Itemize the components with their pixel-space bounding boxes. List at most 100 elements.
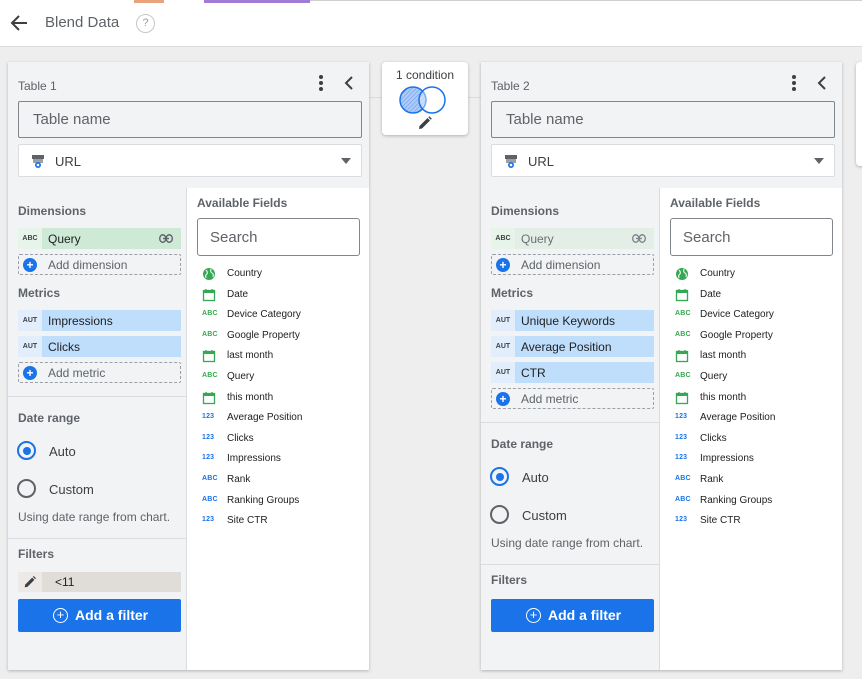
collapse-chevron-icon[interactable] [814, 75, 830, 91]
filter-chip[interactable]: <11 [18, 572, 181, 592]
more-options-icon[interactable] [786, 74, 802, 92]
available-fields-column: Available Fields Country Date ABC Device Ca… [189, 188, 369, 670]
add-dimension-button[interactable]: + Add dimension [18, 254, 181, 275]
available-field[interactable]: ABC Device Category [202, 307, 362, 323]
field-name: Average Position [227, 412, 303, 424]
add-metric-button[interactable]: + Add metric [18, 362, 181, 383]
link-icon [632, 234, 646, 243]
table-name-input[interactable] [491, 101, 835, 138]
field-name: this month [700, 391, 747, 403]
calendar-icon [675, 391, 689, 404]
date-auto-radio[interactable] [17, 441, 36, 460]
available-field[interactable]: ABC Ranking Groups [202, 493, 362, 509]
add-dimension-button[interactable]: + Add dimension [491, 254, 654, 275]
number-type-icon: 123 [202, 433, 215, 441]
field-name: Ranking Groups [227, 494, 300, 506]
available-field[interactable]: this month [675, 390, 835, 406]
globe-icon [676, 268, 688, 280]
available-field[interactable]: this month [202, 390, 362, 406]
field-name: Site CTR [700, 515, 741, 527]
available-field[interactable]: 123 Average Position [202, 410, 362, 426]
join-condition-button[interactable]: 1 condition [382, 62, 468, 135]
dimension-chip[interactable]: ABC Query [491, 228, 654, 249]
join-connector-line [468, 97, 482, 98]
number-type-icon: 123 [675, 433, 688, 441]
metrics-title: Metrics [18, 286, 61, 300]
date-custom-label: Custom [522, 508, 567, 523]
text-type-icon: ABC [675, 310, 691, 318]
page-title: Blend Data [45, 14, 120, 31]
table-name-input[interactable] [18, 101, 362, 138]
available-field[interactable]: ABC Rank [202, 472, 362, 488]
available-field[interactable]: ABC Query [202, 369, 362, 385]
available-field[interactable]: last month [675, 348, 835, 364]
available-field[interactable]: last month [202, 348, 362, 364]
date-auto-radio[interactable] [490, 467, 509, 486]
field-search-input[interactable] [197, 218, 360, 256]
metric-name: CTR [521, 366, 546, 380]
available-field[interactable]: Country [675, 266, 835, 282]
date-auto-label: Auto [49, 444, 76, 459]
available-field[interactable]: 123 Average Position [675, 410, 835, 426]
text-type-icon: ABC [202, 475, 218, 482]
number-type-icon: 123 [202, 454, 215, 462]
date-custom-radio[interactable] [17, 479, 36, 498]
data-source-select[interactable]: URL [18, 144, 362, 177]
available-field[interactable]: ABC Google Property [202, 328, 362, 344]
add-dimension-label: Add dimension [521, 258, 601, 272]
add-dimension-label: Add dimension [48, 258, 128, 272]
available-field[interactable]: ABC Rank [675, 472, 835, 488]
available-field[interactable]: ABC Google Property [675, 328, 835, 344]
available-field[interactable]: Date [202, 287, 362, 303]
top-strip-line [310, 0, 862, 1]
add-circle-icon: + [496, 258, 510, 272]
metric-chip[interactable]: AUT CTR [491, 362, 654, 383]
add-filter-button[interactable]: + Add a filter [491, 599, 654, 632]
data-source-select[interactable]: URL [491, 144, 835, 177]
available-field[interactable]: 123 Site CTR [675, 513, 835, 529]
available-fields-title: Available Fields [197, 196, 288, 210]
available-field[interactable]: 123 Clicks [202, 431, 362, 447]
join-condition-label: 1 condition [395, 68, 455, 82]
dropdown-arrow-icon [814, 158, 824, 164]
search-console-icon [32, 155, 44, 168]
available-field[interactable]: 123 Impressions [202, 451, 362, 467]
metric-chip[interactable]: AUT Average Position [491, 336, 654, 357]
available-field[interactable]: ABC Query [675, 369, 835, 385]
field-name: Impressions [227, 453, 281, 465]
field-name: Country [227, 268, 263, 279]
available-field[interactable]: 123 Impressions [675, 451, 835, 467]
help-icon[interactable]: ? [136, 14, 155, 33]
available-field[interactable]: ABC Device Category [675, 307, 835, 323]
date-custom-radio[interactable] [490, 505, 509, 524]
metric-chip[interactable]: AUT Unique Keywords [491, 310, 654, 331]
table-header: Table 2 URL [481, 62, 842, 188]
available-field[interactable]: Date [675, 287, 835, 303]
available-field[interactable]: 123 Site CTR [202, 513, 362, 529]
date-custom-label: Custom [49, 482, 94, 497]
more-options-icon[interactable] [313, 74, 329, 92]
table-2-panel: Table 2 URL Dimensions ABC Query [481, 62, 842, 670]
metric-chip[interactable]: AUT Clicks [18, 336, 181, 357]
edit-filter-icon [18, 572, 42, 592]
metric-chip[interactable]: AUT Impressions [18, 310, 181, 331]
number-type-icon: 123 [675, 454, 688, 462]
top-strip-accent [134, 0, 164, 3]
field-name: Ranking Groups [700, 494, 773, 506]
dimension-chip[interactable]: ABC Query [18, 228, 181, 249]
add-metric-label: Add metric [521, 392, 579, 406]
available-field[interactable]: 123 Clicks [675, 431, 835, 447]
available-field[interactable]: Country [202, 266, 362, 282]
add-metric-button[interactable]: + Add metric [491, 388, 654, 409]
calendar-icon [675, 350, 689, 363]
field-search-input[interactable] [670, 218, 833, 256]
available-field[interactable]: ABC Ranking Groups [675, 493, 835, 509]
filter-name: <11 [55, 575, 75, 589]
back-arrow-icon[interactable] [8, 12, 30, 34]
add-filter-button[interactable]: + Add a filter [18, 599, 181, 632]
table-1-panel: Table 1 URL Dimensions ABC Query [8, 62, 369, 670]
text-type-icon: ABC [675, 330, 691, 338]
collapse-chevron-icon[interactable] [341, 75, 357, 91]
venn-diagram-icon [399, 86, 446, 114]
dimensions-title: Dimensions [491, 204, 560, 218]
